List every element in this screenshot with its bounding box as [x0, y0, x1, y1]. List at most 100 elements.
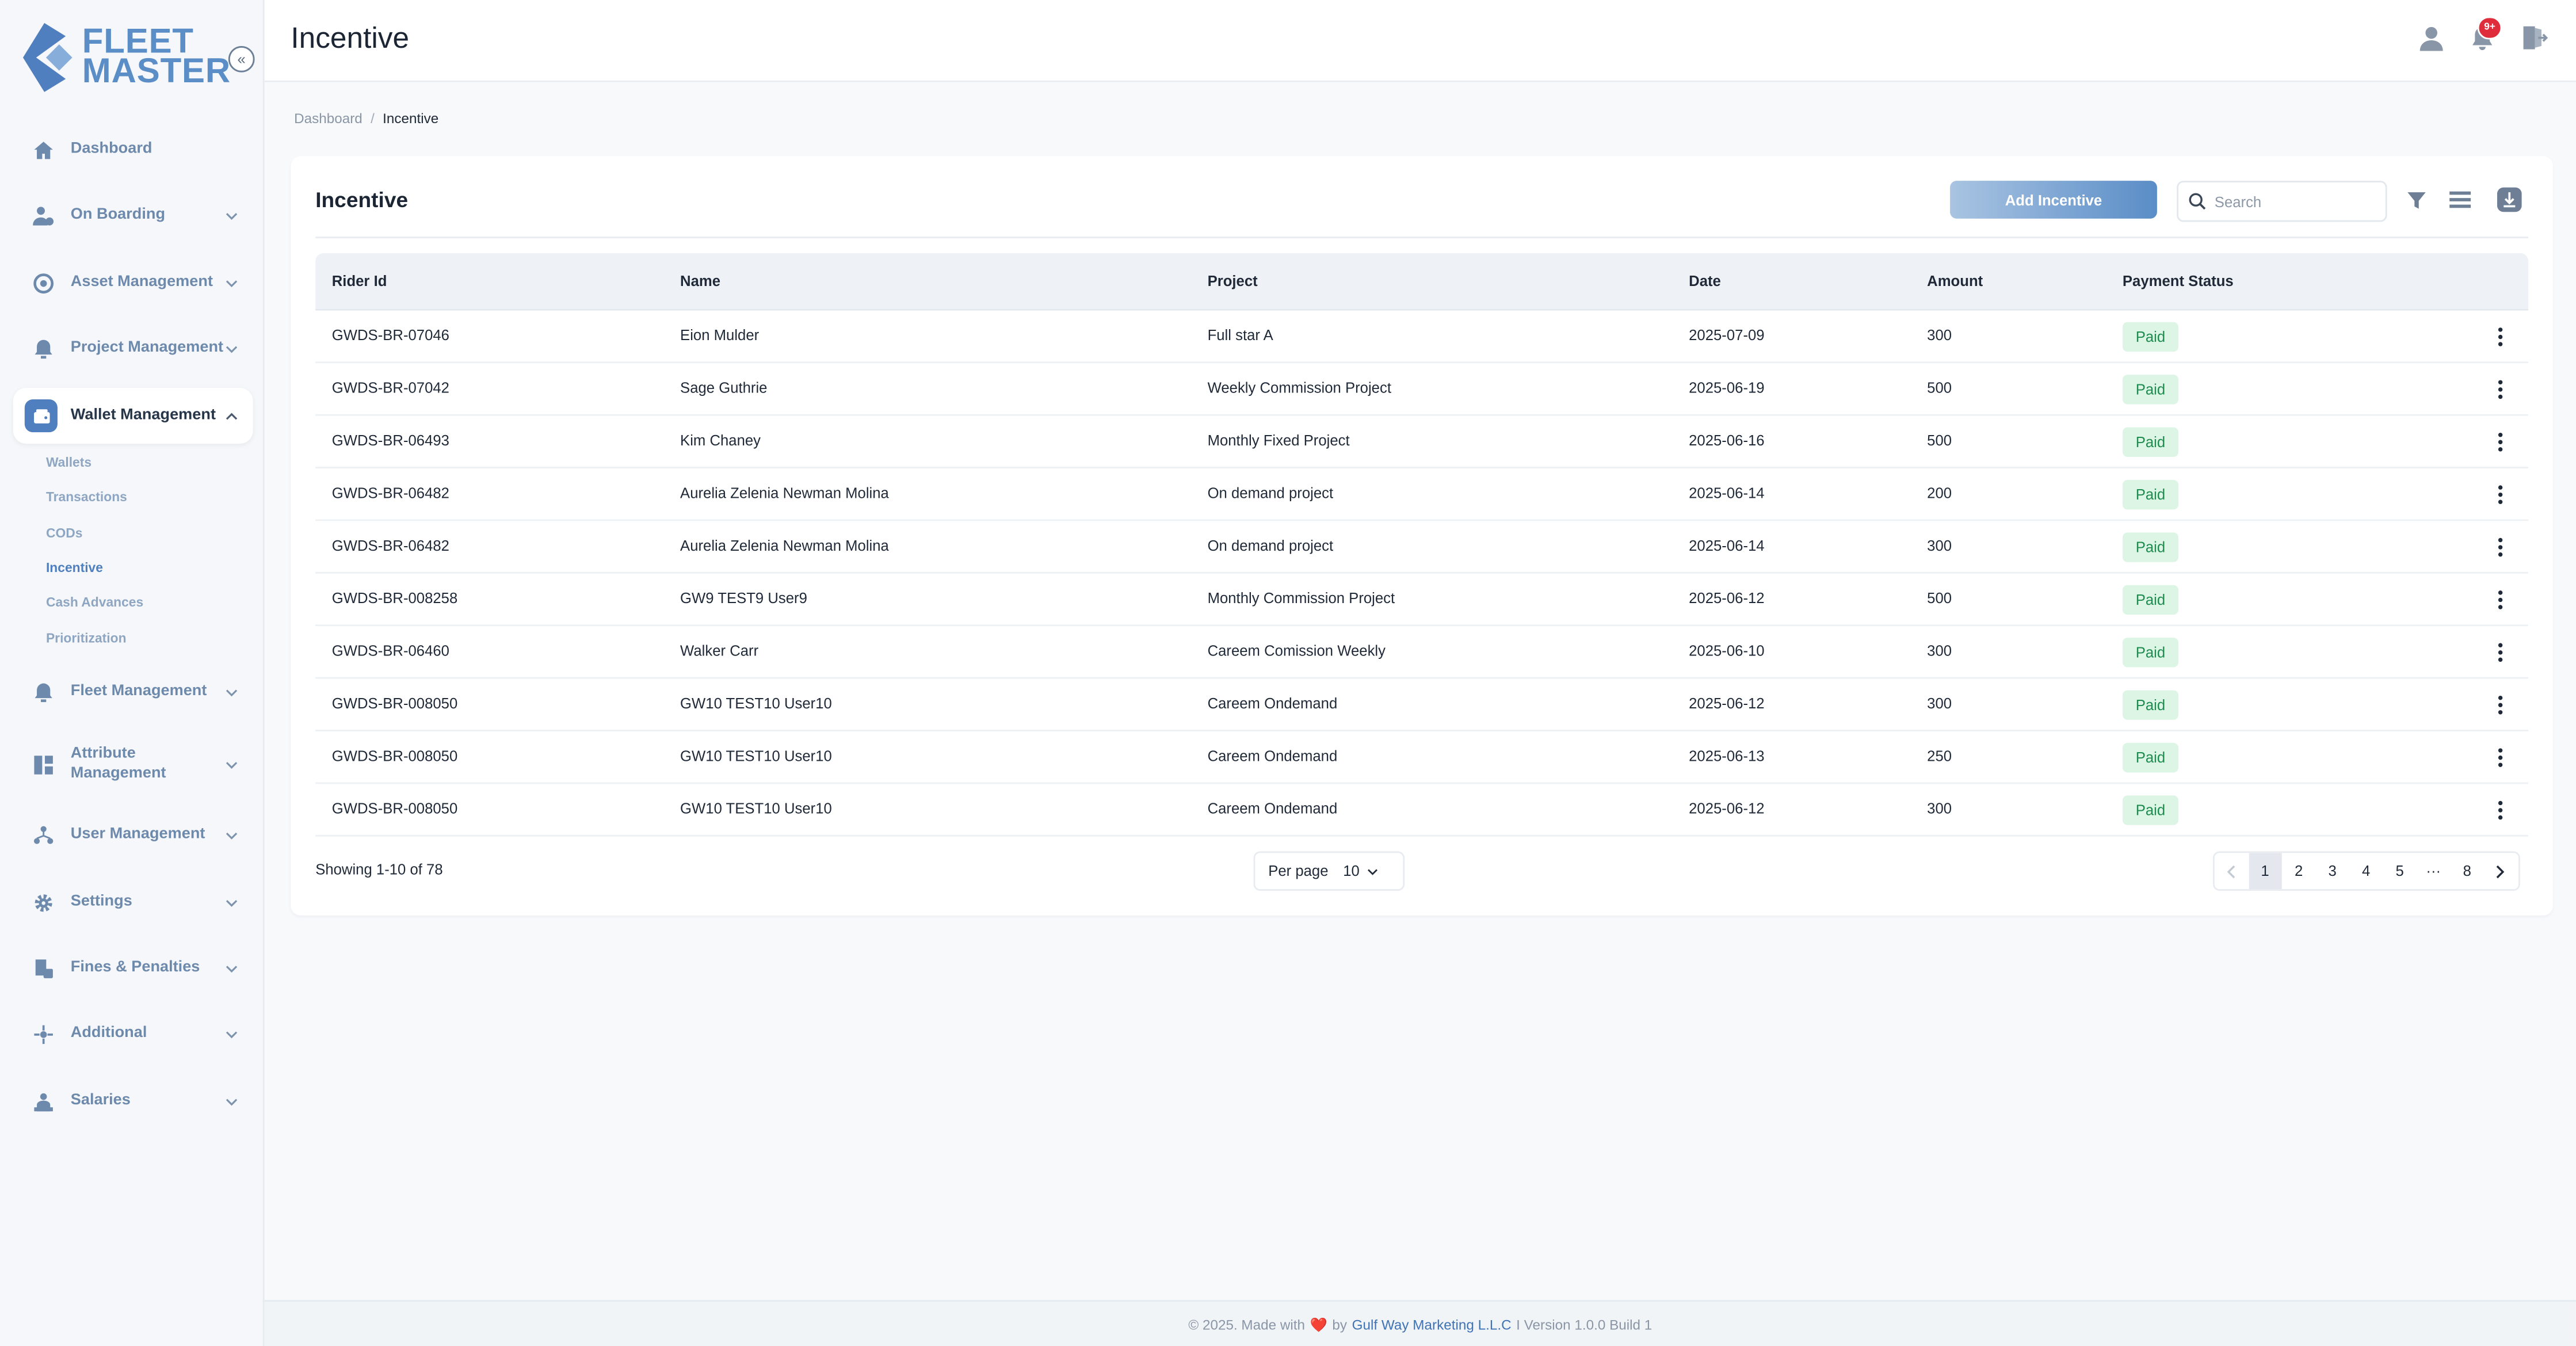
incentive-table: Rider Id Name Project Date Amount Paymen…: [315, 253, 2529, 837]
sidebar-item-dashboard[interactable]: Dashboard: [13, 125, 253, 174]
sidebar-subitem-cash-advances[interactable]: Cash Advances: [46, 595, 143, 610]
breadcrumb-dashboard-link[interactable]: Dashboard: [294, 110, 362, 127]
next-page-button[interactable]: [2484, 853, 2518, 890]
table-row[interactable]: GWDS-BR-008258 GW9 TEST9 User9 Monthly Com…: [315, 574, 2529, 627]
cell-project: Full star A: [1207, 327, 1273, 344]
page-button[interactable]: 4: [2349, 853, 2383, 890]
page-button[interactable]: 3: [2315, 853, 2349, 890]
fleet-icon: [23, 672, 63, 712]
status-badge: Paid: [2122, 795, 2178, 825]
cell-project: Monthly Commission Project: [1207, 590, 1395, 607]
cell-name: Aurelia Zelenia Newman Molina: [680, 485, 889, 502]
chevron-down-icon: [223, 279, 240, 287]
status-badge: Paid: [2122, 322, 2178, 352]
status-badge: Paid: [2122, 427, 2178, 457]
home-icon: [23, 130, 63, 170]
sidebar-subitem-prioritization[interactable]: Prioritization: [46, 631, 127, 646]
cell-amount: 300: [1927, 800, 1952, 817]
table-row[interactable]: GWDS-BR-07042 Sage Guthrie Weekly Commissi…: [315, 363, 2529, 416]
salaries-icon: [23, 1081, 63, 1121]
column-header-project[interactable]: Project: [1208, 253, 1258, 309]
add-incentive-button[interactable]: Add Incentive: [1950, 181, 2157, 219]
column-header-amount[interactable]: Amount: [1927, 253, 1983, 309]
footer-company-link[interactable]: Gulf Way Marketing L.L.C: [1352, 1317, 1512, 1333]
column-header-name[interactable]: Name: [680, 253, 720, 309]
cell-name: Sage Guthrie: [680, 379, 768, 396]
page-title: Incentive: [291, 21, 410, 55]
cell-date: 2025-06-14: [1689, 537, 1765, 554]
table-row[interactable]: GWDS-BR-06493 Kim Chaney Monthly Fixed Pro…: [315, 416, 2529, 468]
row-actions-menu[interactable]: [2489, 482, 2512, 508]
sidebar-item-fleet-management[interactable]: Fleet Management: [13, 668, 253, 717]
wallet-icon: [24, 399, 58, 433]
sidebar-item-label: Fines & Penalties: [70, 958, 200, 977]
chevron-down-icon: [223, 1029, 240, 1038]
table-row[interactable]: GWDS-BR-06482 Aurelia Zelenia Newman Moli…: [315, 521, 2529, 574]
card-divider: [315, 237, 2529, 239]
page-button[interactable]: 5: [2383, 853, 2417, 890]
column-header-date[interactable]: Date: [1689, 253, 1721, 309]
page-footer: © 2025. Made with ❤️ by Gulf Way Marketi…: [264, 1300, 2576, 1346]
row-actions-menu[interactable]: [2489, 534, 2512, 560]
sidebar-item-wallet-management[interactable]: Wallet Management: [13, 388, 253, 444]
chevron-down-icon: [223, 760, 240, 768]
filter-icon[interactable]: [2403, 188, 2428, 212]
table-row[interactable]: GWDS-BR-008050 GW10 TEST10 User10 Careem O…: [315, 679, 2529, 731]
sidebar-subitem-transactions[interactable]: Transactions: [46, 490, 127, 505]
download-icon[interactable]: [2497, 187, 2522, 212]
breadcrumb-separator: /: [371, 110, 375, 127]
table-row[interactable]: GWDS-BR-06482 Aurelia Zelenia Newman Moli…: [315, 468, 2529, 521]
sidebar-item-salaries[interactable]: Salaries: [13, 1077, 253, 1126]
footer-prefix: © 2025. Made with: [1188, 1316, 1306, 1333]
table-row[interactable]: GWDS-BR-008050 GW10 TEST10 User10 Careem O…: [315, 731, 2529, 784]
sidebar-item-on-boarding[interactable]: On Boarding: [13, 190, 253, 240]
cell-project: Monthly Fixed Project: [1207, 432, 1350, 449]
fleet-master-logo[interactable]: FLEET MASTER: [22, 22, 230, 96]
sidebar-item-label: On Boarding: [70, 205, 166, 224]
per-page-select[interactable]: 10: [1343, 863, 1377, 879]
cell-rider-id: GWDS-BR-07046: [331, 327, 449, 344]
sidebar-item-label: User Management: [70, 825, 205, 844]
collapse-sidebar-button[interactable]: «: [228, 45, 255, 73]
sidebar-item-asset-management[interactable]: Asset Management: [13, 258, 253, 307]
sidebar-item-additional[interactable]: Additional: [13, 1009, 253, 1059]
row-actions-menu[interactable]: [2489, 692, 2512, 718]
row-actions-menu[interactable]: [2489, 745, 2512, 771]
showing-count: Showing 1-10 of 78: [315, 861, 443, 878]
cell-amount: 500: [1927, 432, 1952, 449]
table-row[interactable]: GWDS-BR-07046 Eion Mulder Full star A 2025-…: [315, 311, 2529, 364]
sidebar-item-fines-penalties[interactable]: Fines & Penalties: [13, 943, 253, 993]
sidebar-item-user-management[interactable]: User Management: [13, 810, 253, 860]
logo-line2: MASTER: [82, 52, 231, 91]
cell-amount: 500: [1927, 379, 1952, 396]
page-button[interactable]: 2: [2281, 853, 2316, 890]
prev-page-button[interactable]: [2214, 853, 2249, 890]
sidebar-item-attribute-management[interactable]: Attribute Management: [13, 738, 253, 790]
row-actions-menu[interactable]: [2489, 587, 2512, 613]
chevron-down-icon: [223, 211, 240, 219]
sidebar-item-settings[interactable]: Settings: [13, 878, 253, 927]
columns-list-icon[interactable]: [2448, 188, 2472, 212]
table-body: GWDS-BR-07046 Eion Mulder Full star A 2025-…: [315, 311, 2529, 837]
logout-icon[interactable]: [2520, 25, 2550, 54]
sidebar-subitem-incentive[interactable]: Incentive: [46, 560, 103, 575]
table-row[interactable]: GWDS-BR-06460 Walker Carr Careem Comission…: [315, 626, 2529, 679]
row-actions-menu[interactable]: [2489, 797, 2512, 823]
table-row[interactable]: GWDS-BR-008050 GW10 TEST10 User10 Careem O…: [315, 784, 2529, 837]
cell-project: Careem Comission Weekly: [1207, 642, 1386, 659]
row-actions-menu[interactable]: [2489, 429, 2512, 455]
sidebar-subitem-wallets[interactable]: Wallets: [46, 455, 91, 470]
user-profile-icon[interactable]: [2418, 25, 2448, 54]
page-button[interactable]: 8: [2450, 853, 2485, 890]
column-header-payment-status[interactable]: Payment Status: [2123, 253, 2234, 309]
sidebar-subitem-cods[interactable]: CODs: [46, 526, 82, 541]
row-actions-menu[interactable]: [2489, 639, 2512, 666]
row-actions-menu[interactable]: [2489, 376, 2512, 403]
row-actions-menu[interactable]: [2489, 324, 2512, 350]
page-button[interactable]: 1: [2248, 853, 2282, 890]
sidebar-item-project-management[interactable]: Project Management: [13, 324, 253, 373]
search-input[interactable]: [2211, 191, 2383, 211]
column-header-rider-id[interactable]: Rider Id: [332, 253, 387, 309]
chevron-down-icon: [223, 831, 240, 839]
project-icon: [23, 329, 63, 368]
